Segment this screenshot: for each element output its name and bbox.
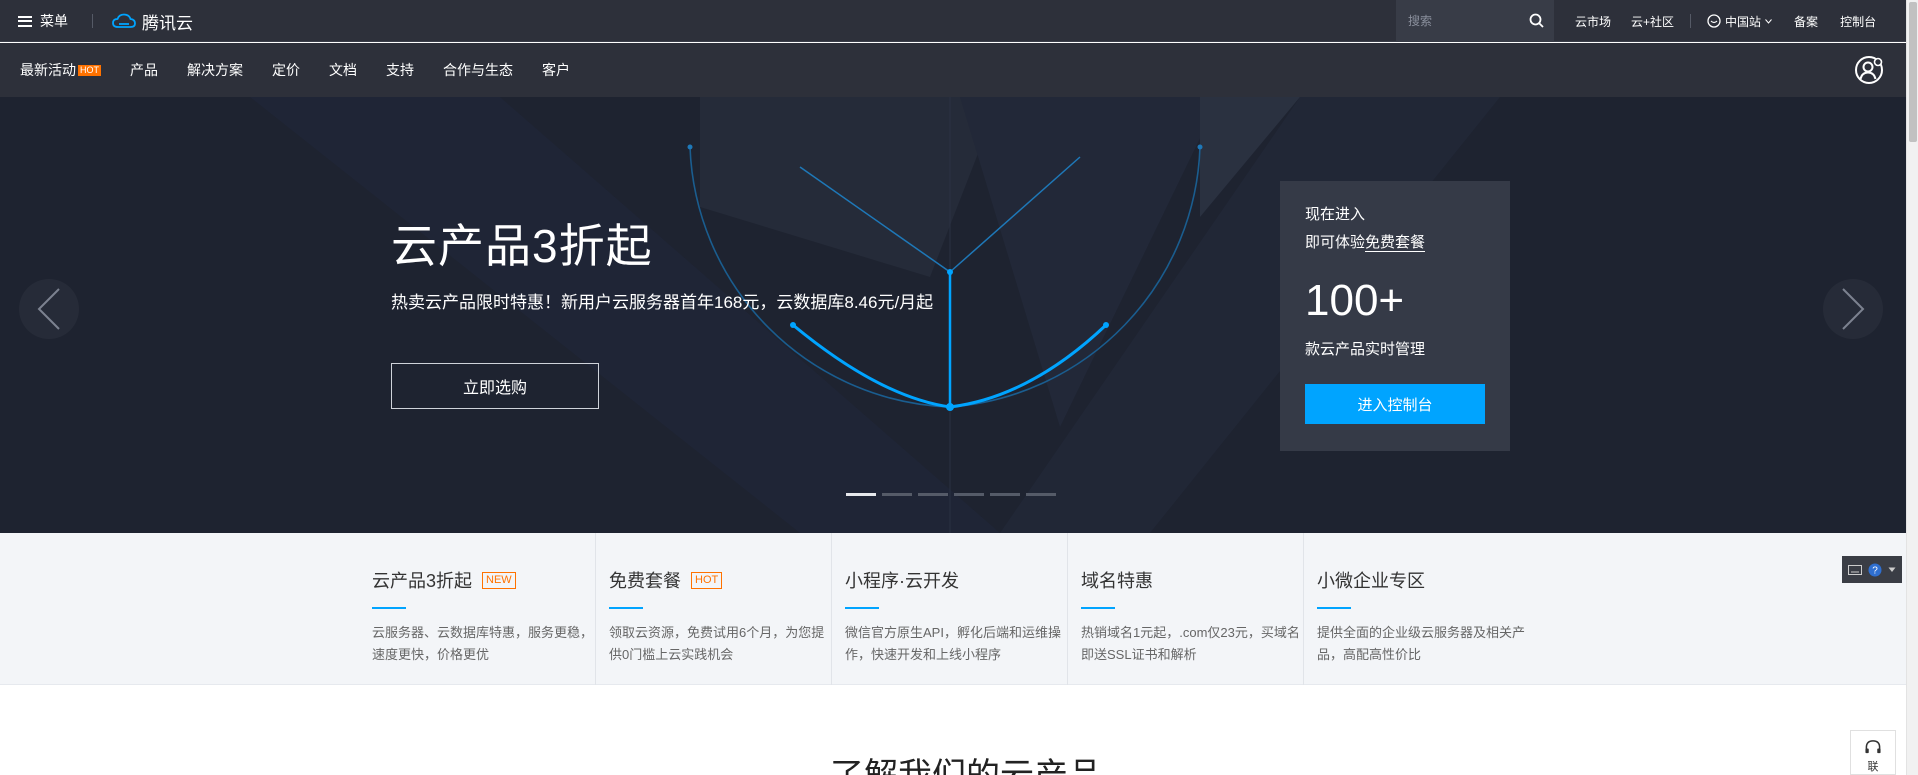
feature-card[interactable]: 小程序·云开发 微信官方原生API，孵化后端和运维操作，快速开发和上线小程序 [831,533,1067,685]
chevron-down-icon [1888,567,1896,572]
feature-description: 微信官方原生API，孵化后端和运维操作，快速开发和上线小程序 [845,625,1061,662]
contact-widget[interactable]: 联 [1850,730,1896,775]
carousel-dot[interactable] [918,493,948,496]
chevron-down-icon [1765,18,1772,24]
nav-item-support[interactable]: 支持 [386,60,414,80]
main-nav: 最新活动 HOT 产品 解决方案 定价 文档 支持 合作与生态 客户 [0,43,1906,97]
feature-description: 提供全面的企业级云服务器及相关产品，高配高性价比 [1317,625,1526,662]
carousel-dot[interactable] [954,493,984,496]
feature-card[interactable]: 免费套餐 HOT 领取云资源，免费试用6个月，为您提供0门槛上云实践机会 [595,533,831,685]
accent-underline [845,607,879,609]
search-input[interactable] [1408,14,1528,28]
nav-item-pricing[interactable]: 定价 [272,60,300,80]
nav-item-activities[interactable]: 最新活动 HOT [20,60,101,80]
prev-slide-button[interactable] [19,279,79,339]
hamburger-icon [18,15,32,27]
promo-description: 款云产品实时管理 [1305,341,1426,358]
feature-description: 领取云资源，免费试用6个月，为您提供0门槛上云实践机会 [609,625,825,662]
feature-strip: 云产品3折起 NEW 云服务器、云数据库特惠，服务更稳，速度更快，价格更优 免费… [0,533,1906,685]
scrollbar-thumb[interactable] [1909,2,1917,142]
search-box [1396,0,1554,42]
feature-description: 热销域名1元起，.com仅23元，买域名即送SSL证书和解析 [1081,625,1300,662]
free-plan-link[interactable]: 免费套餐 [1365,234,1426,252]
buy-now-button[interactable]: 立即选购 [391,363,599,409]
feature-card[interactable]: 云产品3折起 NEW 云服务器、云数据库特惠，服务更稳，速度更快，价格更优 [359,533,595,685]
accent-underline [1081,607,1115,609]
carousel-dots [846,493,1056,496]
promo-line2: 即可体验免费套餐 [1305,231,1426,252]
next-slide-button[interactable] [1823,279,1883,339]
help-icon: ? [1868,563,1882,576]
hero-background [250,97,1500,533]
new-badge: NEW [482,571,516,589]
feature-card[interactable]: 域名特惠 热销域名1元起，.com仅23元，买域名即送SSL证书和解析 [1067,533,1303,685]
beian-link[interactable]: 备案 [1794,13,1818,30]
svg-text:?: ? [1872,565,1878,576]
divider [1690,14,1692,28]
accent-underline [609,607,643,609]
user-avatar-icon[interactable] [1854,55,1884,85]
brand-name: 腾讯云 [142,13,193,33]
nav-item-partners[interactable]: 合作与生态 [443,60,513,80]
nav-item-solutions[interactable]: 解决方案 [187,60,243,80]
carousel-dot[interactable] [1026,493,1056,496]
community-link[interactable]: 云+社区 [1631,13,1674,30]
carousel-dot[interactable] [990,493,1020,496]
nav-item-label: 最新活动 [20,62,76,78]
accent-underline [372,607,406,609]
enter-console-button[interactable]: 进入控制台 [1305,384,1485,424]
top-bar: 菜单 腾讯云 云市场 云+社区 中国站 备案 [0,0,1906,42]
console-link[interactable]: 控制台 [1840,13,1876,30]
cloud-logo-icon [112,13,136,28]
chevron-right-icon [1842,288,1865,330]
chevron-left-icon [37,288,60,330]
feature-title-text: 域名特惠 [1081,571,1153,591]
feature-title-text: 云产品3折起 [372,571,473,591]
feature-title: 免费套餐 HOT [609,567,831,593]
hot-badge: HOT [691,571,723,589]
promo-number: 100+ [1305,276,1405,325]
nav-item-products[interactable]: 产品 [130,60,158,80]
region-label: 中国站 [1725,14,1762,29]
hero-banner: 云产品3折起 热卖云产品限时特惠！新用户云服务器首年168元，云数据库8.46元… [0,97,1906,533]
feature-title-text: 免费套餐 [609,571,681,591]
headset-icon [1865,740,1881,754]
page-scrollbar[interactable] [1906,0,1918,775]
feature-title: 小程序·云开发 [845,567,1067,593]
top-links: 云市场 云+社区 中国站 备案 控制台 [1575,0,1876,42]
brand-logo[interactable]: 腾讯云 [112,0,193,42]
market-link[interactable]: 云市场 [1575,13,1611,30]
menu-button[interactable]: 菜单 [18,0,68,42]
feature-title: 云产品3折起 NEW [372,567,595,593]
nav-item-docs[interactable]: 文档 [329,60,357,80]
feature-card[interactable]: 小微企业专区 提供全面的企业级云服务器及相关产品，高配高性价比 [1303,533,1539,685]
keyboard-icon [1848,564,1862,575]
carousel-dot[interactable] [846,493,876,496]
feature-title-text: 小微企业专区 [1317,571,1425,591]
hero-title: 云产品3折起 [391,220,653,272]
accent-underline [1317,607,1351,609]
feature-title-text: 小程序·云开发 [845,571,959,591]
globe-icon [1707,14,1721,28]
menu-label: 菜单 [40,13,68,29]
hero-subtitle: 热卖云产品限时特惠！新用户云服务器首年168元，云数据库8.46元/月起 [391,293,934,312]
feature-title: 域名特惠 [1081,567,1303,593]
hot-badge: HOT [78,64,101,76]
floating-toolbar[interactable]: ? [1842,556,1902,583]
feature-title: 小微企业专区 [1317,567,1539,593]
promo-card: 现在进入 即可体验免费套餐 100+ 款云产品实时管理 进入控制台 [1280,181,1510,451]
region-selector[interactable]: 中国站 [1707,13,1772,30]
divider [92,14,93,28]
search-icon[interactable] [1529,13,1544,28]
contact-label: 联 [1867,761,1879,773]
section-title: 了解我们的云产品 [830,748,1102,775]
feature-description: 云服务器、云数据库特惠，服务更稳，速度更快，价格更优 [372,625,594,662]
nav-item-customers[interactable]: 客户 [542,60,570,80]
promo-line1: 现在进入 [1305,206,1366,223]
carousel-dot[interactable] [882,493,912,496]
promo-line2-prefix: 即可体验 [1305,234,1366,251]
